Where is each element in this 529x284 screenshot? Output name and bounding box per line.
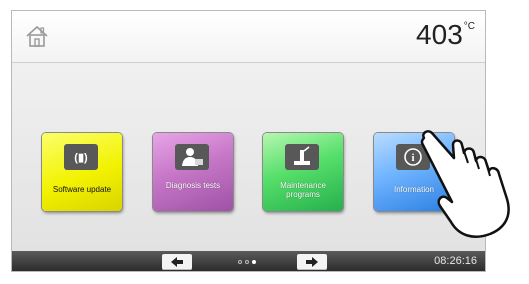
page-forward-button[interactable] [297, 254, 327, 270]
page-indicator-dot [245, 260, 249, 264]
maintenance-programs-button[interactable]: Maintenance programs [263, 133, 343, 211]
arrow-right-icon [306, 257, 318, 267]
home-icon[interactable] [25, 24, 49, 48]
svg-text:(▮): (▮) [74, 152, 88, 164]
temperature-value: 403 [416, 19, 463, 50]
diagnosis-icon [175, 144, 209, 170]
page-indicator-dot-active [252, 260, 256, 264]
svg-text:i: i [411, 152, 414, 164]
clock: 08:26:16 [434, 255, 477, 267]
device-screen: 403°C (▮) Software update Diagnosis test… [11, 10, 486, 272]
header-bar: 403°C [12, 11, 485, 63]
temperature-unit: °C [463, 21, 475, 32]
arrow-left-icon [171, 257, 183, 267]
software-update-button[interactable]: (▮) Software update [42, 133, 122, 211]
temperature-display: 403°C [416, 19, 475, 51]
menu-area: (▮) Software update Diagnosis tests Main… [12, 63, 485, 253]
maintenance-icon [285, 144, 319, 170]
diagnosis-tests-label: Diagnosis tests [165, 181, 221, 190]
diagnosis-tests-button[interactable]: Diagnosis tests [153, 133, 233, 211]
page-indicator-dot [238, 260, 242, 264]
footer-bar: 08:26:16 [12, 251, 485, 271]
pointing-hand-icon [420, 130, 510, 238]
software-update-label: Software update [52, 185, 112, 194]
maintenance-programs-label: Maintenance programs [280, 181, 326, 199]
software-update-icon: (▮) [64, 144, 98, 170]
page-back-button[interactable] [162, 254, 192, 270]
